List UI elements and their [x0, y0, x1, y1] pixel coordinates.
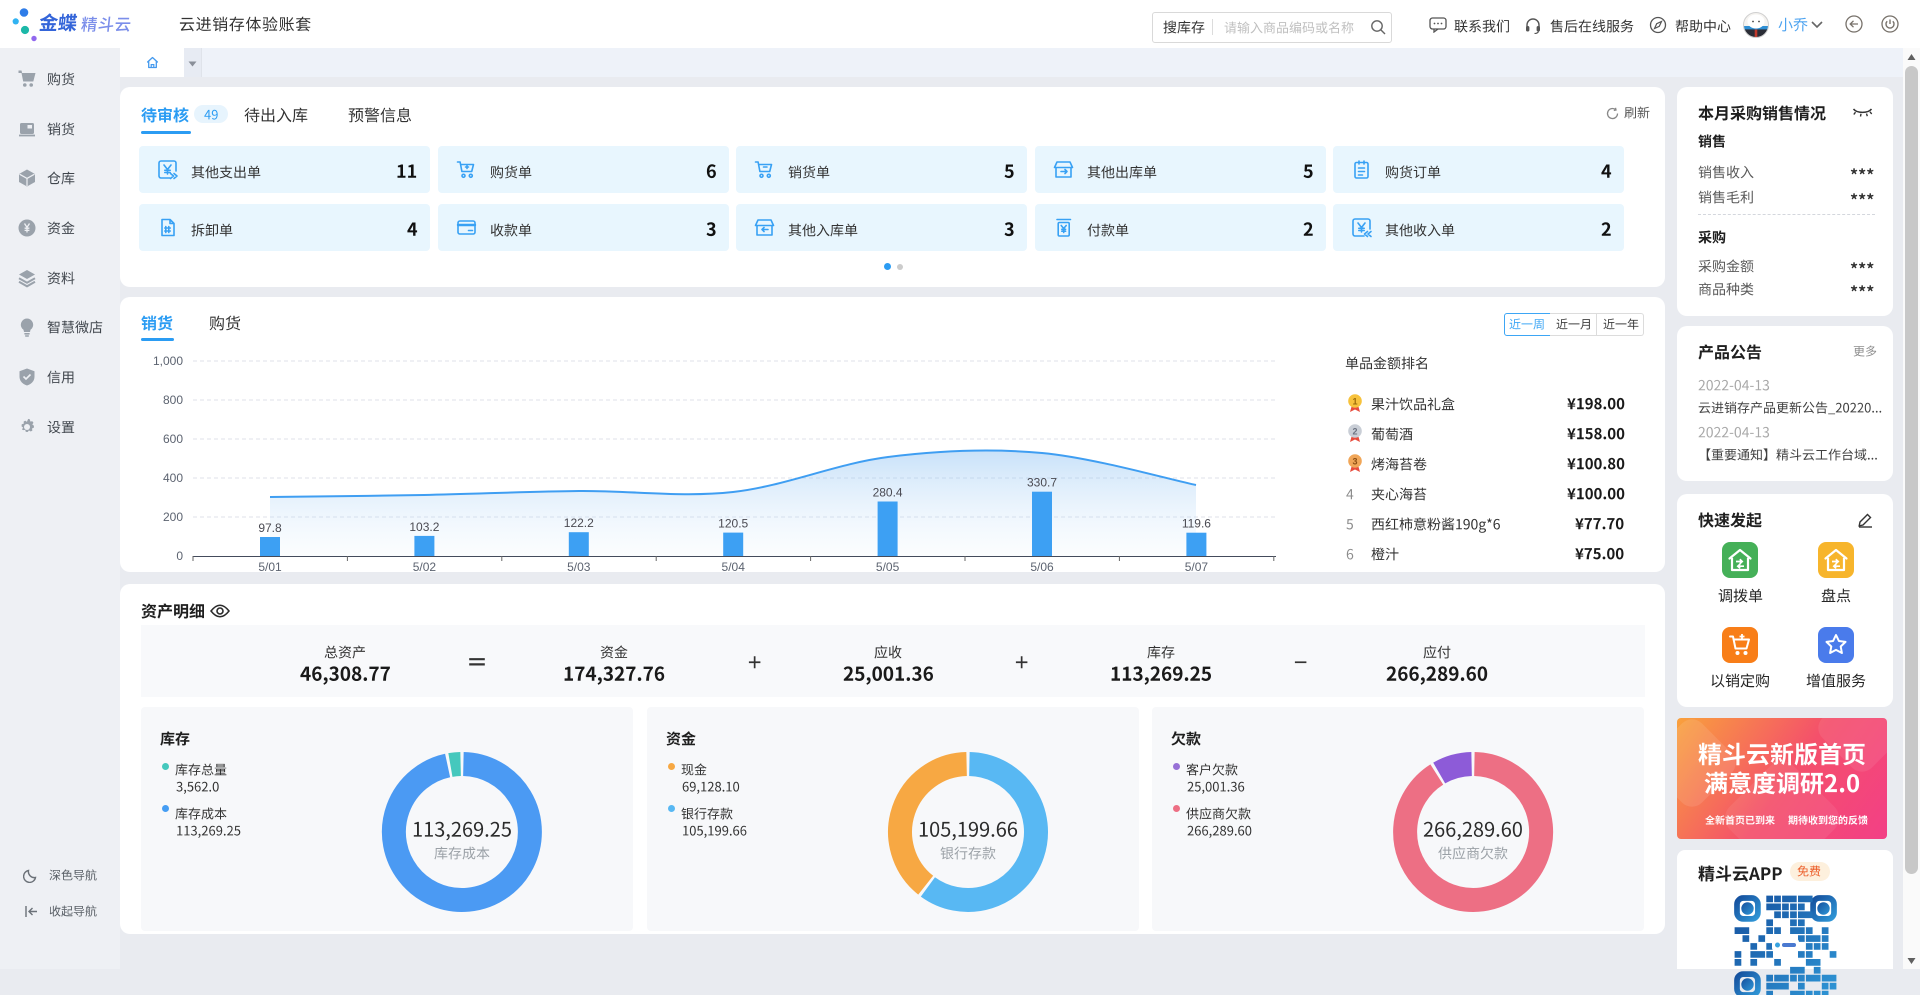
- svg-text:122.2: 122.2: [564, 516, 594, 530]
- svg-text:97.8: 97.8: [258, 521, 282, 535]
- svg-text:119.6: 119.6: [1182, 517, 1211, 531]
- svg-text:103.2: 103.2: [409, 520, 439, 534]
- svg-text:5/01: 5/01: [258, 560, 282, 574]
- svg-text:330.7: 330.7: [1027, 476, 1057, 490]
- svg-text:2: 2: [1352, 426, 1357, 436]
- svg-text:5/07: 5/07: [1185, 560, 1209, 574]
- svg-text:400: 400: [163, 471, 183, 485]
- svg-text:1,000: 1,000: [153, 354, 183, 368]
- svg-text:1: 1: [1352, 396, 1357, 406]
- svg-text:5/03: 5/03: [567, 560, 591, 574]
- svg-text:5/06: 5/06: [1030, 560, 1054, 574]
- svg-text:5/05: 5/05: [876, 560, 900, 574]
- svg-text:3: 3: [1352, 456, 1357, 466]
- svg-text:280.4: 280.4: [873, 486, 903, 500]
- svg-text:200: 200: [163, 510, 183, 524]
- svg-text:5/04: 5/04: [722, 560, 746, 574]
- svg-text:600: 600: [163, 432, 183, 446]
- svg-text:5/02: 5/02: [413, 560, 437, 574]
- svg-text:800: 800: [163, 393, 183, 407]
- svg-text:120.5: 120.5: [718, 517, 748, 531]
- svg-text:0: 0: [176, 549, 183, 563]
